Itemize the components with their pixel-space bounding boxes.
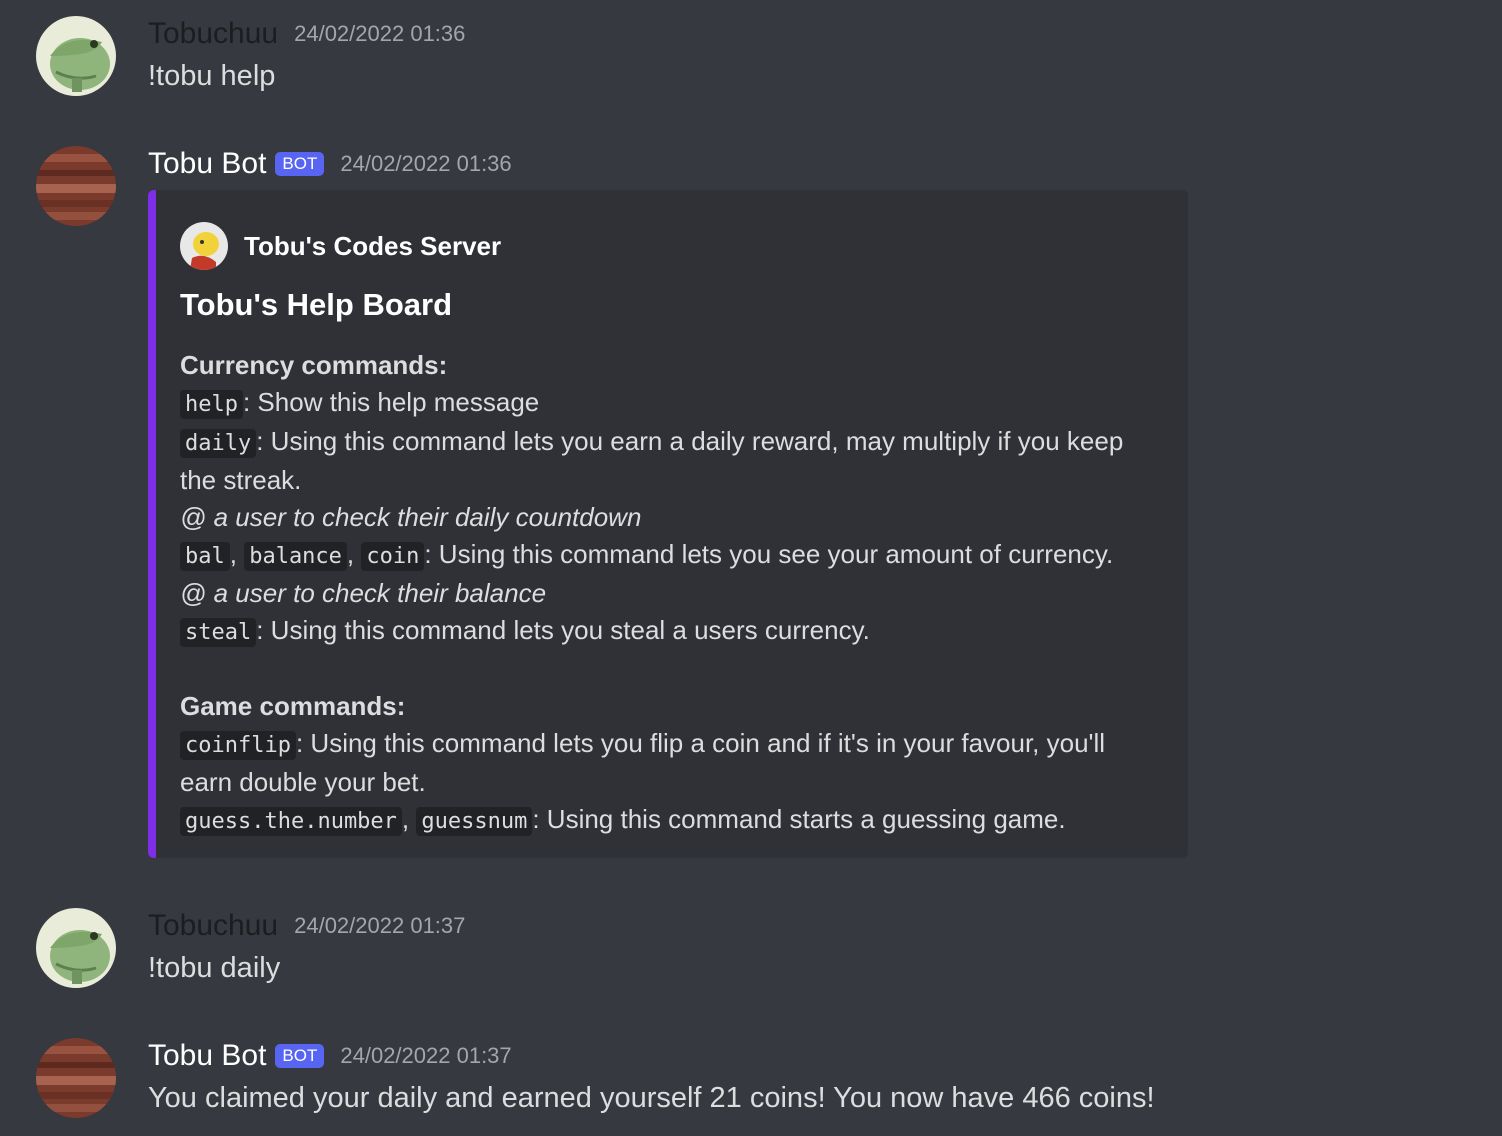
command-note: @ a user to check their daily countdown — [180, 499, 1180, 536]
username[interactable]: Tobuchuu — [148, 909, 278, 943]
command-description: : Using this command lets you earn a dai… — [256, 426, 1124, 456]
server-icon — [180, 222, 228, 270]
command-code: daily — [180, 429, 257, 458]
section-heading: Currency commands: — [180, 350, 448, 380]
timestamp: 24/02/2022 01:37 — [294, 913, 466, 938]
command-code: steal — [180, 618, 257, 647]
bot-badge: BOT — [275, 1044, 325, 1068]
username[interactable]: Tobu Bot — [148, 1039, 266, 1073]
note-text: @ a user to check their balance — [180, 578, 547, 608]
section-heading: Game commands: — [180, 691, 406, 721]
message-content: !tobu help — [148, 60, 276, 92]
message-content: !tobu daily — [148, 952, 281, 984]
command-description: : Using this command lets you flip a coi… — [295, 728, 1106, 758]
bot-badge: BOT — [275, 152, 325, 176]
command-code: coinflip — [180, 731, 296, 760]
command-note: @ a user to check their balance — [180, 575, 1180, 612]
tobu-bot-avatar[interactable] — [36, 1038, 116, 1118]
embed-title: Tobu's Help Board — [180, 287, 453, 322]
tobuchuu-avatar[interactable] — [36, 16, 116, 96]
command-description: : Using this command starts a guessing g… — [532, 804, 1066, 834]
command-description: : Show this help message — [242, 387, 540, 417]
command-description: : Using this command lets you see your a… — [424, 539, 1114, 569]
separator: , — [401, 804, 417, 834]
embed-description: Currency commands: help: Show this help … — [180, 347, 1180, 840]
command-line-steal: steal: Using this command lets you steal… — [180, 612, 1180, 651]
note-text: @ a user to check their daily countdown — [180, 502, 642, 532]
command-description-cont: earn double your bet. — [180, 767, 426, 797]
command-description: : Using this command lets you steal a us… — [256, 615, 870, 645]
tobuchuu-avatar[interactable] — [36, 908, 116, 988]
command-code: coin — [361, 542, 425, 571]
timestamp: 24/02/2022 01:36 — [294, 21, 466, 46]
message-content: You claimed your daily and earned yourse… — [148, 1082, 1155, 1114]
command-code: guess.the.number — [180, 807, 402, 836]
timestamp: 24/02/2022 01:37 — [340, 1043, 512, 1068]
embed-author-name[interactable]: Tobu's Codes Server — [244, 231, 501, 262]
command-description-cont: the streak. — [180, 465, 302, 495]
username[interactable]: Tobuchuu — [148, 17, 278, 51]
command-line-guess: guess.the.number, guessnum: Using this c… — [180, 801, 1180, 840]
command-code: bal — [180, 542, 230, 571]
timestamp: 24/02/2022 01:36 — [340, 151, 512, 176]
command-line-coinflip: coinflip: Using this command lets you fl… — [180, 725, 1180, 764]
command-code: help — [180, 390, 243, 419]
command-code: balance — [244, 542, 347, 571]
command-code: guessnum — [416, 807, 533, 836]
command-line-bal: bal, balance, coin: Using this command l… — [180, 536, 1180, 575]
tobu-bot-avatar[interactable] — [36, 146, 116, 226]
separator: , — [229, 539, 245, 569]
command-line-daily: daily: Using this command lets you earn … — [180, 423, 1180, 462]
command-line-help: help: Show this help message — [180, 384, 1180, 423]
separator: , — [346, 539, 362, 569]
embed-author: Tobu's Codes Server — [180, 222, 501, 270]
help-embed: Tobu's Codes Server Tobu's Help Board Cu… — [148, 190, 1188, 858]
username[interactable]: Tobu Bot — [148, 147, 266, 181]
